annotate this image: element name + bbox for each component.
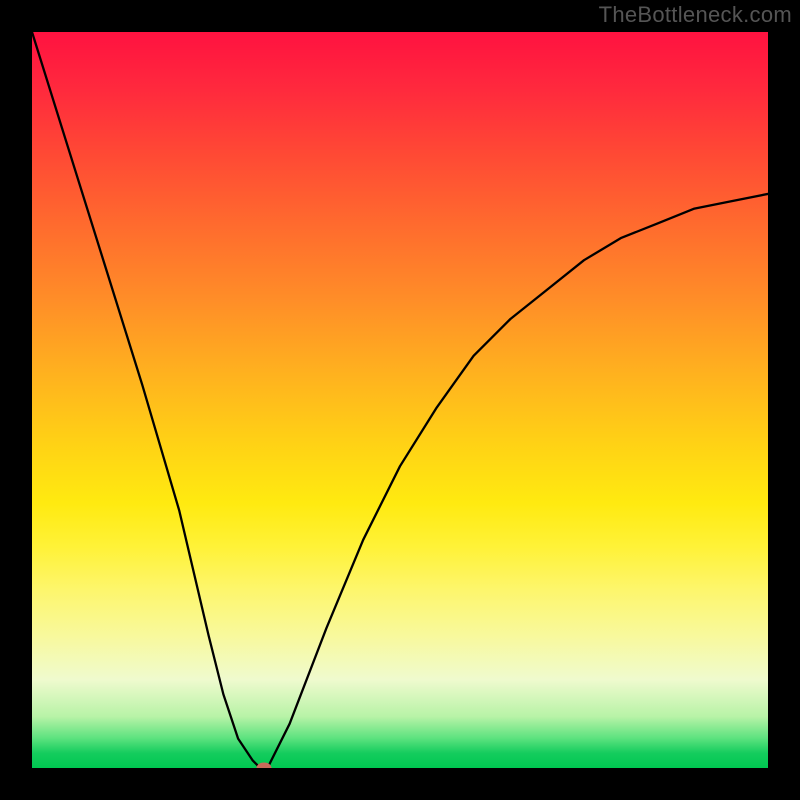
curve-svg <box>32 32 768 768</box>
watermark-label: TheBottleneck.com <box>599 2 792 28</box>
bottleneck-curve <box>32 32 768 768</box>
chart-frame: TheBottleneck.com <box>0 0 800 800</box>
minimum-point-marker <box>256 763 271 769</box>
plot-area <box>32 32 768 768</box>
